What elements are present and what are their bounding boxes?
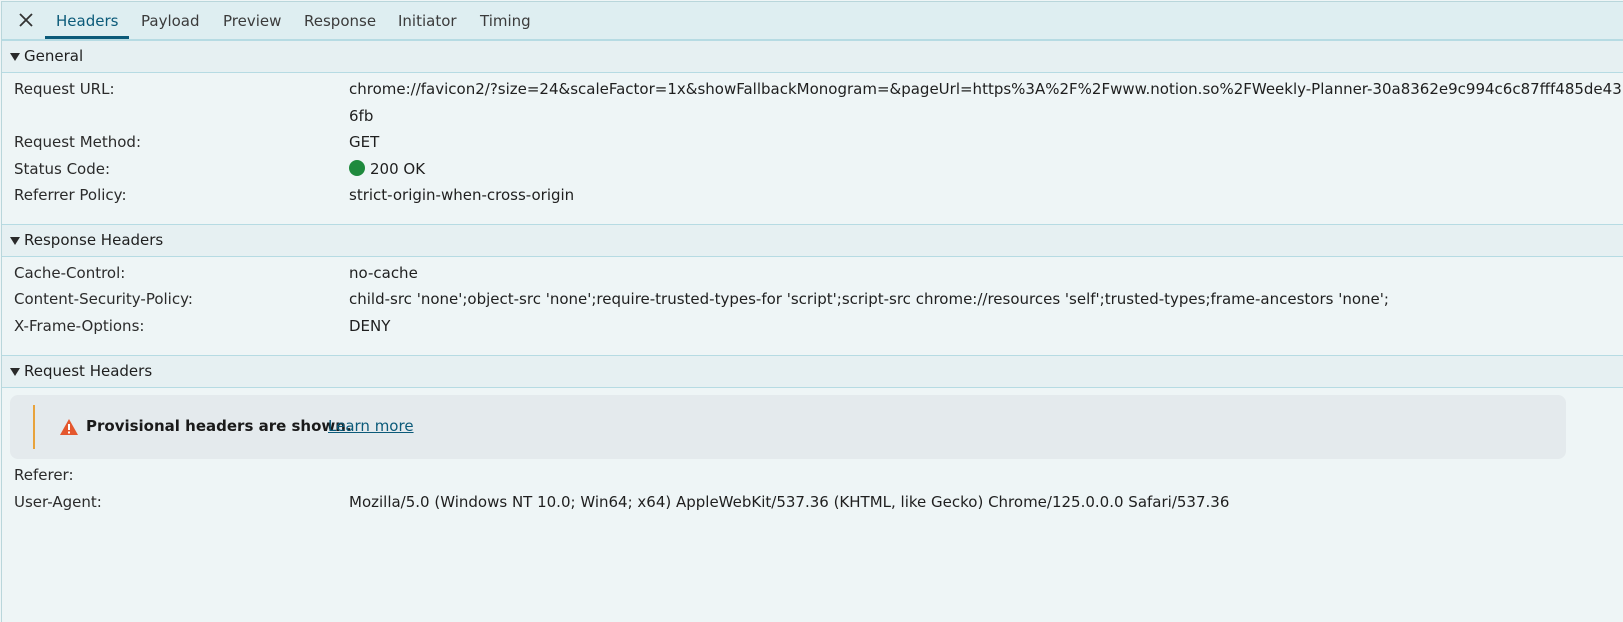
header-key: Referer:: [14, 466, 74, 484]
header-value[interactable]: child-src 'none';object-src 'none';requi…: [349, 290, 1389, 308]
header-key: Cache-Control:: [14, 264, 126, 282]
section-title: Request Headers: [24, 362, 153, 380]
header-key: Status Code:: [14, 160, 111, 178]
header-row-request-url-cont: 6fb: [2, 107, 1623, 131]
header-value-continued[interactable]: 6fb: [349, 107, 373, 125]
header-key: Request Method:: [14, 133, 142, 151]
warning-accent-bar: [33, 405, 35, 449]
headers-panel: Headers Payload Preview Response Initiat…: [1, 1, 1623, 622]
tab-bar: Headers Payload Preview Response Initiat…: [2, 2, 1623, 40]
warning-message: Provisional headers are shown.: [86, 417, 352, 435]
header-row-x-frame-options: X-Frame-Options: DENY: [2, 317, 1623, 341]
header-row-request-url: Request URL: chrome://favicon2/?size=24&…: [2, 80, 1623, 104]
header-row-status-code: Status Code: 200 OK: [2, 160, 1623, 184]
status-value[interactable]: 200 OK: [349, 160, 425, 178]
tab-initiator[interactable]: Initiator: [398, 2, 457, 39]
status-text: 200 OK: [370, 160, 426, 178]
header-row-referer: Referer:: [2, 466, 1623, 490]
header-value[interactable]: no-cache: [349, 264, 418, 282]
header-row-referrer-policy: Referrer Policy: strict-origin-when-cros…: [2, 186, 1623, 210]
active-tab-indicator: [45, 36, 129, 39]
collapse-triangle-icon: [10, 368, 20, 376]
header-value[interactable]: strict-origin-when-cross-origin: [349, 186, 574, 204]
section-request-headers-header[interactable]: Request Headers: [2, 355, 1623, 388]
tab-headers[interactable]: Headers: [56, 2, 118, 39]
section-general-header[interactable]: General: [2, 40, 1623, 73]
collapse-triangle-icon: [10, 237, 20, 245]
header-row-cache-control: Cache-Control: no-cache: [2, 264, 1623, 288]
header-row-content-security-policy: Content-Security-Policy: child-src 'none…: [2, 290, 1623, 314]
tab-payload[interactable]: Payload: [141, 2, 200, 39]
header-value[interactable]: DENY: [349, 317, 390, 335]
header-key: User-Agent:: [14, 493, 102, 511]
warning-icon: [60, 419, 78, 435]
section-title: Response Headers: [24, 231, 164, 249]
header-value[interactable]: Mozilla/5.0 (Windows NT 10.0; Win64; x64…: [349, 493, 1229, 511]
collapse-triangle-icon: [10, 53, 20, 61]
header-row-request-method: Request Method: GET: [2, 133, 1623, 157]
section-response-headers-header[interactable]: Response Headers: [2, 224, 1623, 257]
close-icon[interactable]: [15, 9, 37, 31]
header-key: Content-Security-Policy:: [14, 290, 193, 308]
status-ok-icon: [349, 160, 365, 176]
header-key: Referrer Policy:: [14, 186, 127, 204]
tab-timing[interactable]: Timing: [480, 2, 531, 39]
learn-more-link[interactable]: Learn more: [328, 417, 414, 435]
header-row-user-agent: User-Agent: Mozilla/5.0 (Windows NT 10.0…: [2, 493, 1623, 517]
provisional-headers-warning: Provisional headers are shown. Learn mor…: [10, 395, 1566, 459]
tab-response[interactable]: Response: [304, 2, 376, 39]
header-value[interactable]: chrome://favicon2/?size=24&scaleFactor=1…: [349, 80, 1623, 98]
tab-preview[interactable]: Preview: [223, 2, 281, 39]
section-title: General: [24, 47, 84, 65]
header-value[interactable]: GET: [349, 133, 379, 151]
header-key: Request URL:: [14, 80, 115, 98]
header-key: X-Frame-Options:: [14, 317, 145, 335]
